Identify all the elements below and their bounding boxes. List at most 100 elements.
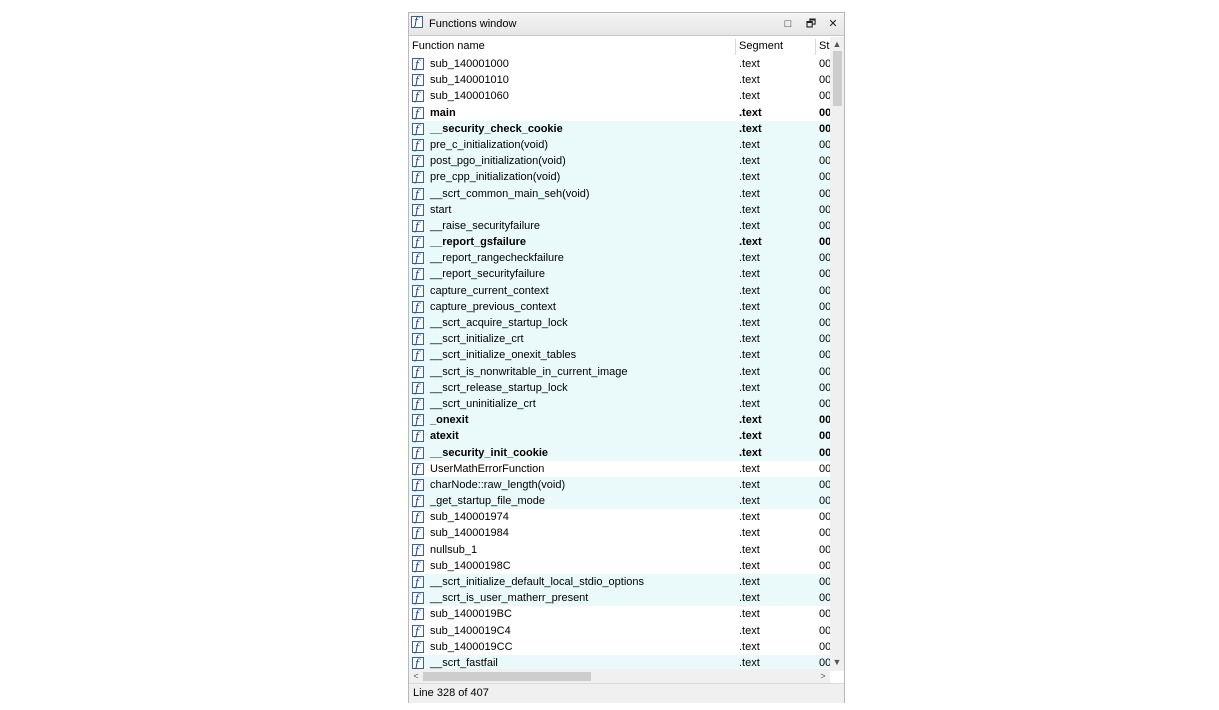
function-icon bbox=[412, 656, 424, 671]
start-cell: 00 bbox=[819, 608, 830, 621]
start-cell: 00 bbox=[819, 397, 830, 410]
column-function-name[interactable]: Function name bbox=[412, 37, 485, 56]
table-row[interactable]: sub_140001984 .text 00 bbox=[409, 525, 830, 543]
function-name-cell: sub_140001984 bbox=[430, 527, 509, 540]
table-row[interactable]: __scrt_acquire_startup_lock .text 00 bbox=[409, 315, 830, 332]
segment-cell: .text bbox=[739, 446, 762, 459]
function-name-cell: sub_140001010 bbox=[430, 74, 509, 87]
start-cell: 00 bbox=[819, 203, 830, 216]
table-row[interactable]: __scrt_initialize_crt .text 00 bbox=[409, 331, 830, 348]
column-divider[interactable] bbox=[815, 39, 816, 55]
segment-cell: .text bbox=[739, 592, 760, 605]
function-icon bbox=[412, 640, 424, 656]
table-row[interactable]: sub_140001974 .text 00 bbox=[409, 509, 830, 526]
start-cell: 00 bbox=[819, 365, 830, 378]
table-row[interactable]: pre_cpp_initialization(void) .text 00 bbox=[409, 169, 830, 187]
table-row[interactable]: post_pgo_initialization(void) .text 00 bbox=[409, 153, 830, 170]
function-icon bbox=[412, 219, 424, 235]
function-icon bbox=[412, 73, 424, 89]
function-name-cell: __raise_securityfailure bbox=[430, 219, 541, 232]
start-cell: 00 bbox=[819, 527, 830, 540]
table-row[interactable]: _onexit .text 00 bbox=[409, 412, 830, 429]
column-start[interactable]: St bbox=[819, 37, 829, 56]
horizontal-scroll-thumb[interactable] bbox=[423, 672, 591, 681]
table-row[interactable]: sub_14000198C .text 00 bbox=[409, 558, 830, 575]
segment-cell: .text bbox=[739, 268, 760, 281]
table-row[interactable]: atexit .text 00 bbox=[409, 428, 830, 446]
table-row[interactable]: pre_c_initialization(void) .text 00 bbox=[409, 136, 830, 154]
table-row[interactable]: __scrt_initialize_default_local_stdio_op… bbox=[409, 574, 830, 591]
table-row[interactable]: capture_current_context .text 00 bbox=[409, 282, 830, 300]
start-cell: 00 bbox=[819, 478, 830, 491]
table-row[interactable]: start .text 00 bbox=[409, 201, 830, 219]
segment-cell: .text bbox=[739, 300, 760, 313]
table-row[interactable]: __raise_securityfailure .text 00 bbox=[409, 217, 830, 235]
function-name-cell: UserMathErrorFunction bbox=[430, 462, 545, 475]
function-icon bbox=[412, 154, 424, 170]
table-row[interactable]: UserMathErrorFunction .text 00 bbox=[409, 461, 830, 478]
start-cell: 00 bbox=[819, 171, 830, 184]
function-name-cell: __scrt_common_main_seh(void) bbox=[430, 187, 590, 200]
table-row[interactable]: main .text 00 bbox=[409, 105, 830, 122]
function-name-cell: _get_startup_file_mode bbox=[430, 495, 545, 508]
start-cell: 00 bbox=[819, 155, 830, 168]
table-row[interactable]: __report_securityfailure .text 00 bbox=[409, 266, 830, 284]
start-cell: 00 bbox=[819, 74, 830, 87]
table-row[interactable]: sub_1400019CC .text 00 bbox=[409, 639, 830, 656]
function-name-cell: __scrt_is_nonwritable_in_current_image bbox=[430, 365, 628, 378]
function-name-cell: __scrt_is_user_matherr_present bbox=[430, 592, 589, 605]
function-icon bbox=[412, 446, 424, 462]
scroll-left-arrow-icon[interactable]: < bbox=[411, 671, 421, 681]
table-row[interactable]: __scrt_is_user_matherr_present .text 00 bbox=[409, 590, 830, 607]
column-segment[interactable]: Segment bbox=[739, 37, 783, 56]
scroll-down-arrow-icon[interactable]: ▼ bbox=[832, 657, 842, 667]
table-row[interactable]: charNode::raw_length(void) .text 00 bbox=[409, 476, 830, 494]
start-cell: 00 bbox=[819, 236, 830, 249]
function-icon bbox=[412, 510, 424, 526]
table-row[interactable]: nullsub_1 .text 00 bbox=[409, 542, 830, 559]
table-row[interactable]: __report_gsfailure .text 00 bbox=[409, 234, 830, 251]
table-row[interactable]: sub_140001000 .text 00 bbox=[409, 56, 830, 73]
scroll-right-arrow-icon[interactable]: > bbox=[818, 671, 828, 681]
segment-cell: .text bbox=[739, 397, 760, 410]
table-row[interactable]: __scrt_is_nonwritable_in_current_image .t… bbox=[409, 363, 830, 381]
start-cell: 00 bbox=[819, 462, 830, 475]
table-row[interactable]: _get_startup_file_mode .text 00 bbox=[409, 493, 830, 510]
start-cell: 00 bbox=[819, 268, 830, 281]
segment-cell: .text bbox=[739, 122, 762, 135]
table-row[interactable]: capture_previous_context .text 00 bbox=[409, 298, 830, 316]
function-icon bbox=[412, 365, 424, 381]
table-row[interactable]: __scrt_common_main_seh(void) .text 00 bbox=[409, 185, 830, 203]
vertical-scroll-thumb[interactable] bbox=[833, 51, 842, 106]
table-row[interactable]: __scrt_uninitialize_crt .text 00 bbox=[409, 395, 830, 413]
start-cell: 00 bbox=[819, 333, 830, 346]
function-name-cell: sub_1400019BC bbox=[430, 608, 512, 621]
segment-cell: .text bbox=[739, 252, 760, 265]
close-button[interactable]: ✕ bbox=[825, 16, 841, 32]
table-row[interactable]: sub_140001060 .text 00 bbox=[409, 88, 830, 106]
table-row[interactable]: sub_1400019BC .text 00 bbox=[409, 606, 830, 624]
table-row[interactable]: __report_rangecheckfailure .text 00 bbox=[409, 250, 830, 267]
horizontal-scrollbar[interactable]: < > bbox=[409, 669, 830, 683]
function-icon bbox=[412, 316, 424, 332]
function-name-cell: post_pgo_initialization(void) bbox=[430, 155, 566, 168]
function-name-cell: sub_1400019CC bbox=[430, 640, 513, 653]
table-row[interactable]: __security_init_cookie .text 00 bbox=[409, 444, 830, 462]
column-divider[interactable] bbox=[735, 39, 736, 55]
table-row[interactable]: __scrt_initialize_onexit_tables .text 00 bbox=[409, 347, 830, 365]
table-row[interactable]: sub_140001010 .text 00 bbox=[409, 72, 830, 89]
table-row[interactable]: __scrt_release_startup_lock .text 00 bbox=[409, 379, 830, 397]
function-name-cell: __security_init_cookie bbox=[430, 446, 549, 459]
restore-button[interactable]: 🗗 bbox=[803, 16, 819, 32]
function-name-cell: pre_c_initialization(void) bbox=[430, 138, 549, 151]
table-row[interactable]: sub_1400019C4 .text 00 bbox=[409, 623, 830, 640]
maximize-button[interactable]: □ bbox=[780, 16, 796, 32]
vertical-scrollbar[interactable]: ▲ ▼ bbox=[830, 37, 844, 671]
start-cell: 00 bbox=[819, 640, 830, 653]
segment-cell: .text bbox=[739, 171, 760, 184]
table-row[interactable]: __security_check_cookie .text 00 bbox=[409, 120, 830, 138]
start-cell: 00 bbox=[819, 90, 830, 103]
function-icon bbox=[412, 89, 424, 106]
scroll-up-arrow-icon[interactable]: ▲ bbox=[832, 39, 842, 49]
title-bar[interactable]: Functions window □ 🗗 ✕ bbox=[409, 13, 844, 36]
